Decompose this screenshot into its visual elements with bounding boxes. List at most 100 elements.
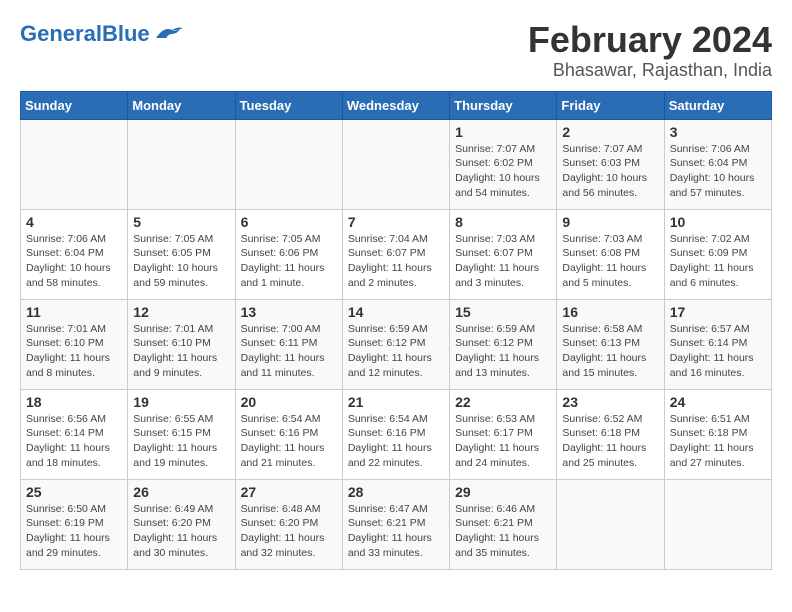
calendar-cell: 21 Sunrise: 6:54 AM Sunset: 6:16 PM Dayli… (342, 389, 449, 479)
calendar-cell: 20Sunrise: 6:54 AM Sunset: 6:16 PM Dayli… (235, 389, 342, 479)
calendar-cell (21, 119, 128, 209)
day-number: 22 (455, 394, 551, 410)
calendar-cell: 1 Sunrise: 7:07 AM Sunset: 6:02 PM Daylig… (450, 119, 557, 209)
day-number: 7 (348, 214, 444, 230)
day-info: Sunrise: 7:04 AM Sunset: 6:07 PM Dayligh… (348, 232, 444, 291)
day-number: 25 (26, 484, 122, 500)
calendar-cell: 28Sunrise: 6:47 AM Sunset: 6:21 PM Dayli… (342, 479, 449, 569)
location-title: Bhasawar, Rajasthan, India (528, 60, 772, 81)
day-number: 5 (133, 214, 229, 230)
calendar-cell: 13 Sunrise: 7:00 AM Sunset: 6:11 PM Dayli… (235, 299, 342, 389)
day-number: 17 (670, 304, 766, 320)
calendar-week-row: 11 Sunrise: 7:01 AM Sunset: 6:10 PM Dayli… (21, 299, 772, 389)
day-number: 27 (241, 484, 337, 500)
day-info: Sunrise: 7:03 AM Sunset: 6:08 PM Dayligh… (562, 232, 658, 291)
page-header: GeneralBlue February 2024 Bhasawar, Raja… (20, 20, 772, 81)
day-number: 4 (26, 214, 122, 230)
logo-bird-icon (152, 20, 184, 48)
day-info: Sunrise: 7:05 AM Sunset: 6:06 PM Dayligh… (241, 232, 337, 291)
day-number: 28 (348, 484, 444, 500)
calendar-week-row: 1 Sunrise: 7:07 AM Sunset: 6:02 PM Daylig… (21, 119, 772, 209)
day-number: 10 (670, 214, 766, 230)
day-number: 18 (26, 394, 122, 410)
calendar-table: SundayMondayTuesdayWednesdayThursdayFrid… (20, 91, 772, 570)
calendar-cell: 11 Sunrise: 7:01 AM Sunset: 6:10 PM Dayli… (21, 299, 128, 389)
calendar-cell: 27 Sunrise: 6:48 AM Sunset: 6:20 PM Dayli… (235, 479, 342, 569)
title-block: February 2024 Bhasawar, Rajasthan, India (528, 20, 772, 81)
day-info: Sunrise: 6:55 AM Sunset: 6:15 PM Dayligh… (133, 412, 229, 471)
calendar-cell: 4 Sunrise: 7:06 AM Sunset: 6:04 PM Daylig… (21, 209, 128, 299)
day-number: 23 (562, 394, 658, 410)
day-info: Sunrise: 7:05 AM Sunset: 6:05 PM Dayligh… (133, 232, 229, 291)
day-info: Sunrise: 6:59 AM Sunset: 6:12 PM Dayligh… (455, 322, 551, 381)
day-info: Sunrise: 6:46 AM Sunset: 6:21 PM Dayligh… (455, 502, 551, 561)
day-info: Sunrise: 6:59 AM Sunset: 6:12 PM Dayligh… (348, 322, 444, 381)
day-info: Sunrise: 6:53 AM Sunset: 6:17 PM Dayligh… (455, 412, 551, 471)
weekday-header-saturday: Saturday (664, 91, 771, 119)
day-info: Sunrise: 6:48 AM Sunset: 6:20 PM Dayligh… (241, 502, 337, 561)
month-title: February 2024 (528, 20, 772, 60)
day-info: Sunrise: 7:01 AM Sunset: 6:10 PM Dayligh… (133, 322, 229, 381)
calendar-cell: 26 Sunrise: 6:49 AM Sunset: 6:20 PM Dayli… (128, 479, 235, 569)
calendar-cell (664, 479, 771, 569)
day-info: Sunrise: 6:56 AM Sunset: 6:14 PM Dayligh… (26, 412, 122, 471)
day-number: 11 (26, 304, 122, 320)
day-info: Sunrise: 6:52 AM Sunset: 6:18 PM Dayligh… (562, 412, 658, 471)
weekday-header-wednesday: Wednesday (342, 91, 449, 119)
calendar-cell: 6 Sunrise: 7:05 AM Sunset: 6:06 PM Daylig… (235, 209, 342, 299)
day-info: Sunrise: 6:58 AM Sunset: 6:13 PM Dayligh… (562, 322, 658, 381)
calendar-week-row: 4 Sunrise: 7:06 AM Sunset: 6:04 PM Daylig… (21, 209, 772, 299)
day-number: 15 (455, 304, 551, 320)
day-info: Sunrise: 7:00 AM Sunset: 6:11 PM Dayligh… (241, 322, 337, 381)
calendar-cell: 24 Sunrise: 6:51 AM Sunset: 6:18 PM Dayli… (664, 389, 771, 479)
day-number: 2 (562, 124, 658, 140)
calendar-cell: 19 Sunrise: 6:55 AM Sunset: 6:15 PM Dayli… (128, 389, 235, 479)
day-info: Sunrise: 7:07 AM Sunset: 6:03 PM Dayligh… (562, 142, 658, 201)
calendar-cell: 12Sunrise: 7:01 AM Sunset: 6:10 PM Dayli… (128, 299, 235, 389)
calendar-cell: 25 Sunrise: 6:50 AM Sunset: 6:19 PM Dayli… (21, 479, 128, 569)
day-info: Sunrise: 7:06 AM Sunset: 6:04 PM Dayligh… (26, 232, 122, 291)
day-number: 26 (133, 484, 229, 500)
calendar-cell (342, 119, 449, 209)
calendar-week-row: 25 Sunrise: 6:50 AM Sunset: 6:19 PM Dayli… (21, 479, 772, 569)
day-info: Sunrise: 7:07 AM Sunset: 6:02 PM Dayligh… (455, 142, 551, 201)
calendar-cell: 16 Sunrise: 6:58 AM Sunset: 6:13 PM Dayli… (557, 299, 664, 389)
calendar-cell: 3Sunrise: 7:06 AM Sunset: 6:04 PM Daylig… (664, 119, 771, 209)
day-info: Sunrise: 7:02 AM Sunset: 6:09 PM Dayligh… (670, 232, 766, 291)
calendar-cell: 2 Sunrise: 7:07 AM Sunset: 6:03 PM Daylig… (557, 119, 664, 209)
calendar-cell: 15 Sunrise: 6:59 AM Sunset: 6:12 PM Dayli… (450, 299, 557, 389)
calendar-cell: 17 Sunrise: 6:57 AM Sunset: 6:14 PM Dayli… (664, 299, 771, 389)
day-number: 8 (455, 214, 551, 230)
day-number: 16 (562, 304, 658, 320)
day-info: Sunrise: 6:54 AM Sunset: 6:16 PM Dayligh… (348, 412, 444, 471)
day-info: Sunrise: 6:50 AM Sunset: 6:19 PM Dayligh… (26, 502, 122, 561)
day-number: 21 (348, 394, 444, 410)
calendar-cell: 10 Sunrise: 7:02 AM Sunset: 6:09 PM Dayli… (664, 209, 771, 299)
day-info: Sunrise: 7:01 AM Sunset: 6:10 PM Dayligh… (26, 322, 122, 381)
day-number: 1 (455, 124, 551, 140)
weekday-header-friday: Friday (557, 91, 664, 119)
day-number: 29 (455, 484, 551, 500)
weekday-header-monday: Monday (128, 91, 235, 119)
calendar-cell: 5 Sunrise: 7:05 AM Sunset: 6:05 PM Daylig… (128, 209, 235, 299)
day-number: 3 (670, 124, 766, 140)
day-info: Sunrise: 6:51 AM Sunset: 6:18 PM Dayligh… (670, 412, 766, 471)
day-number: 13 (241, 304, 337, 320)
calendar-cell: 7 Sunrise: 7:04 AM Sunset: 6:07 PM Daylig… (342, 209, 449, 299)
day-number: 6 (241, 214, 337, 230)
day-info: Sunrise: 7:03 AM Sunset: 6:07 PM Dayligh… (455, 232, 551, 291)
day-number: 19 (133, 394, 229, 410)
day-number: 24 (670, 394, 766, 410)
day-info: Sunrise: 6:54 AM Sunset: 6:16 PM Dayligh… (241, 412, 337, 471)
weekday-header-sunday: Sunday (21, 91, 128, 119)
calendar-cell (557, 479, 664, 569)
calendar-cell: 9Sunrise: 7:03 AM Sunset: 6:08 PM Daylig… (557, 209, 664, 299)
logo: GeneralBlue (20, 20, 184, 48)
calendar-cell: 14Sunrise: 6:59 AM Sunset: 6:12 PM Dayli… (342, 299, 449, 389)
day-info: Sunrise: 6:57 AM Sunset: 6:14 PM Dayligh… (670, 322, 766, 381)
calendar-cell: 29 Sunrise: 6:46 AM Sunset: 6:21 PM Dayli… (450, 479, 557, 569)
calendar-cell (128, 119, 235, 209)
logo-text: GeneralBlue (20, 23, 150, 45)
day-info: Sunrise: 6:49 AM Sunset: 6:20 PM Dayligh… (133, 502, 229, 561)
calendar-cell: 18 Sunrise: 6:56 AM Sunset: 6:14 PM Dayli… (21, 389, 128, 479)
